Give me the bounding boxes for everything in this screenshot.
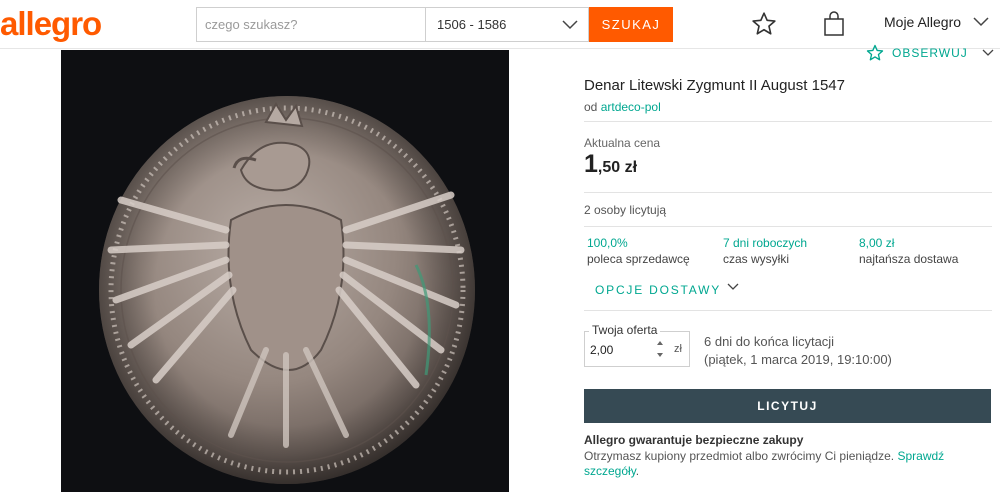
- guarantee-period: .: [635, 464, 640, 478]
- price-label: Aktualna cena: [584, 136, 661, 150]
- stat-value: 100,0%: [587, 236, 628, 250]
- account-menu[interactable]: Moje Allegro: [884, 14, 989, 30]
- guarantee-text: Otrzymasz kupiony przedmiot albo zwrócim…: [584, 449, 994, 479]
- seller-prefix: od: [584, 100, 598, 114]
- watchlist-star-icon[interactable]: [750, 10, 778, 38]
- seller-stats: 100,0% poleca sprzedawcę 7 dni roboczych…: [587, 236, 995, 268]
- observe-button[interactable]: OBSERWUJ: [866, 44, 994, 62]
- top-header: allegro 1506 - 1586 SZUKAJ Moje Allegro: [0, 0, 1000, 49]
- current-price: 1,50 zł: [584, 150, 637, 179]
- chevron-down-icon: [982, 49, 994, 56]
- chevron-down-icon: [562, 19, 578, 29]
- seller-line: od artdeco-pol: [584, 100, 661, 114]
- delivery-options-label: OPCJE DOSTAWY: [595, 283, 722, 297]
- divider: [584, 121, 992, 122]
- search-bar: 1506 - 1586 SZUKAJ: [196, 7, 673, 42]
- price-main: 1: [584, 150, 598, 178]
- allegro-logo[interactable]: allegro: [0, 2, 102, 46]
- star-icon: [866, 44, 884, 61]
- bid-currency: zł: [674, 343, 682, 355]
- spinner-up-icon[interactable]: [657, 341, 663, 345]
- stat-label: czas wysyłki: [723, 252, 790, 266]
- stat-cheapest-delivery: 8,00 zł najtańsza dostawa: [859, 236, 995, 268]
- guarantee-title: Allegro gwarantuje bezpieczne zakupy: [584, 433, 804, 447]
- delivery-options-toggle[interactable]: OPCJE DOSTAWY: [595, 283, 739, 297]
- auction-end-info: 6 dni do końca licytacji (piątek, 1 marc…: [704, 333, 892, 369]
- place-bid-button[interactable]: LICYTUJ: [584, 389, 991, 423]
- auction-end-date: (piątek, 1 marca 2019, 19:10:00): [704, 352, 892, 367]
- category-select[interactable]: 1506 - 1586: [425, 7, 589, 42]
- shopping-bag-icon[interactable]: [820, 10, 848, 38]
- chevron-down-icon: [973, 17, 989, 27]
- stat-recommend: 100,0% poleca sprzedawcę: [587, 236, 723, 268]
- product-image[interactable]: [61, 50, 509, 492]
- auction-time-left: 6 dni do końca licytacji: [704, 334, 835, 349]
- divider: [584, 310, 992, 311]
- bid-spinner[interactable]: [657, 341, 665, 357]
- divider: [584, 226, 992, 227]
- bid-amount-input[interactable]: [590, 341, 652, 359]
- stat-value: 7 dni roboczych: [723, 236, 808, 250]
- stat-shipping-time: 7 dni roboczych czas wysyłki: [723, 236, 859, 268]
- listing-title: Denar Litewski Zygmunt II August 1547: [584, 77, 845, 94]
- stat-label: poleca sprzedawcę: [587, 252, 690, 266]
- bidders-count: 2 osoby licytują: [584, 203, 667, 217]
- guarantee-description: Otrzymasz kupiony przedmiot albo zwrócim…: [584, 449, 895, 463]
- category-select-value: 1506 - 1586: [437, 17, 507, 32]
- divider: [584, 192, 992, 193]
- seller-link[interactable]: artdeco-pol: [601, 100, 661, 114]
- account-menu-label: Moje Allegro: [884, 14, 962, 30]
- stat-value: 8,00 zł: [859, 236, 895, 250]
- search-button[interactable]: SZUKAJ: [589, 7, 673, 42]
- price-fraction: ,50 zł: [597, 159, 638, 176]
- stat-label: najtańsza dostawa: [859, 252, 959, 266]
- bid-field-legend: Twoja oferta: [589, 323, 661, 337]
- observe-label: OBSERWUJ: [892, 46, 968, 60]
- search-input[interactable]: [196, 7, 425, 42]
- chevron-down-icon: [727, 283, 739, 290]
- spinner-down-icon[interactable]: [657, 353, 663, 357]
